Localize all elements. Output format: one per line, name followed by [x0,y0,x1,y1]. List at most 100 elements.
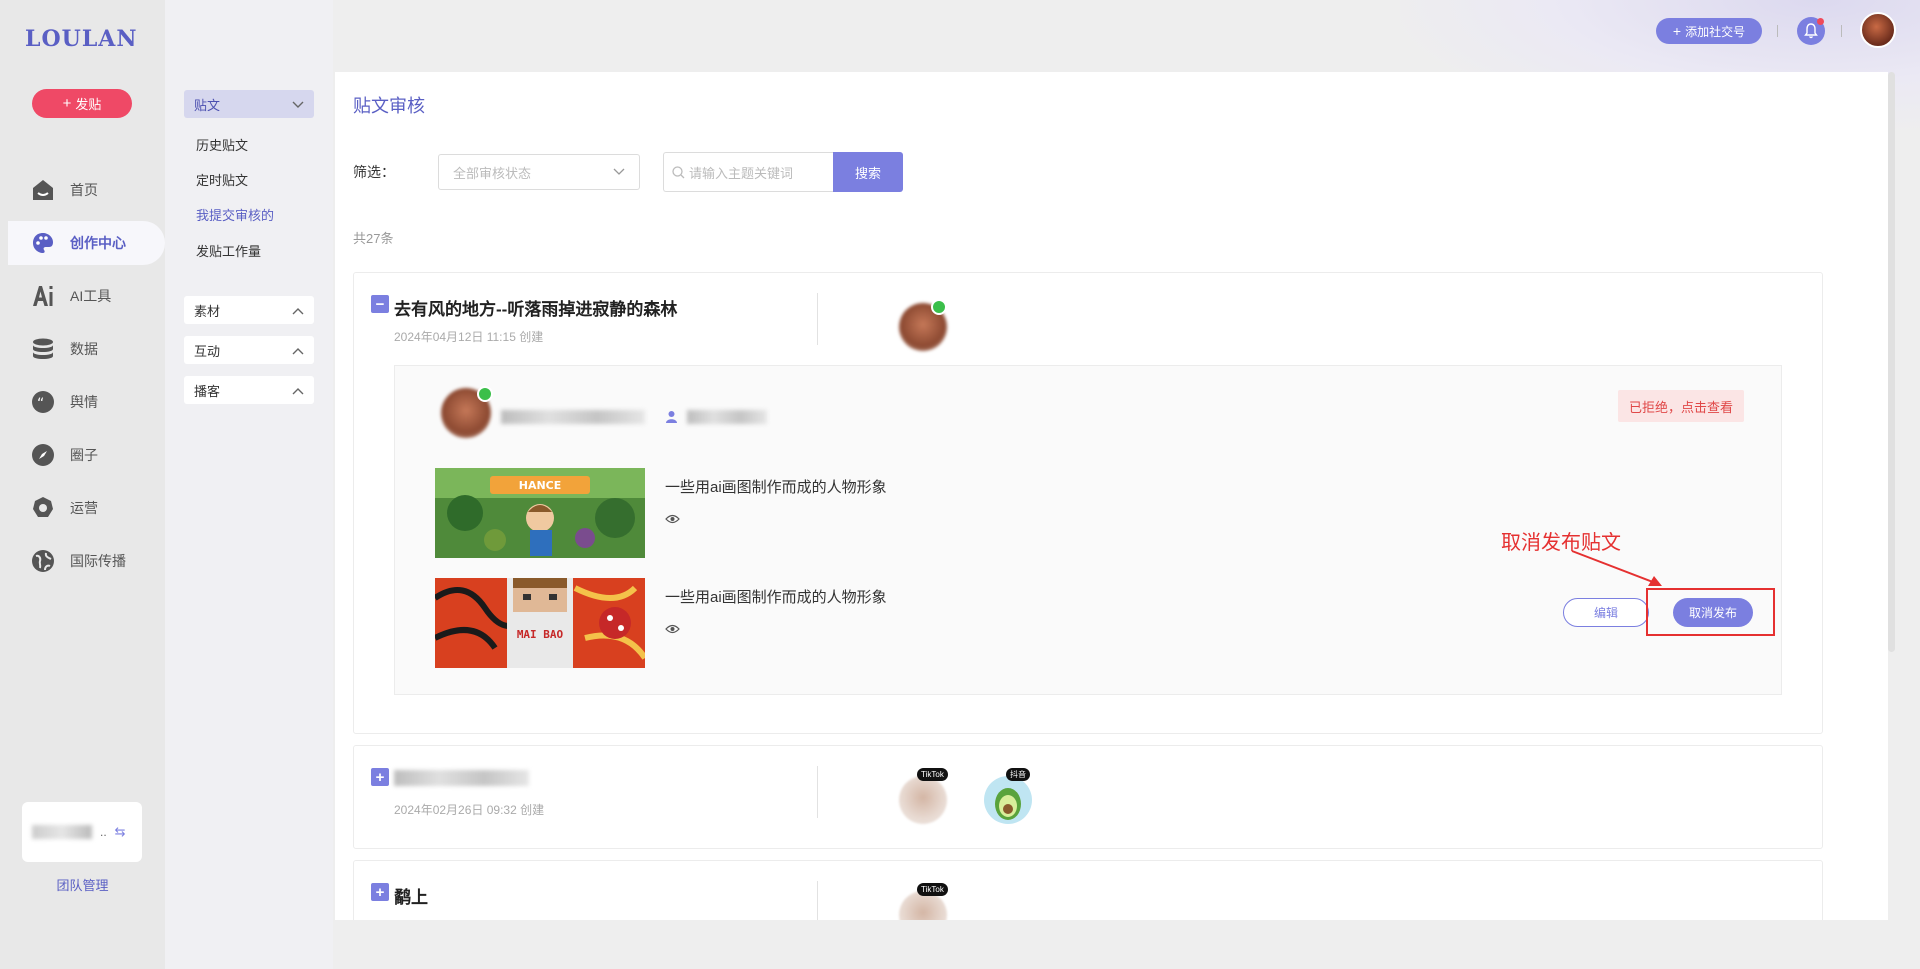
chevron-up-icon [292,383,304,398]
team-switcher[interactable]: .. ⇆ [22,802,142,862]
search-placeholder: 请输入主题关键词 [689,165,794,181]
sub-group-material[interactable]: 素材 [184,296,314,324]
sub-group-label: 素材 [194,303,221,319]
search-button[interactable]: 搜索 [833,152,903,192]
post-card: + 2024年02月26日 09:32 创建 TikTok 抖音 [353,745,1823,849]
settings-icon [30,495,56,521]
nav-label: 数据 [70,341,98,357]
sub-group-label: 贴文 [194,97,221,113]
nav-label: 圈子 [70,447,98,463]
database-icon [30,336,56,362]
chevron-up-icon [292,303,304,318]
tiktok-badge: TikTok [917,883,948,896]
plus-icon: + [62,95,72,112]
eye-icon[interactable] [665,511,680,527]
nav-item-sentiment[interactable]: “ 舆情 [0,380,165,424]
compass-icon [30,442,56,468]
post-item-text: 一些用ai画图制作而成的人物形象 [665,479,887,496]
nav-item-circles[interactable]: 圈子 [0,433,165,477]
add-social-account-button[interactable]: + 添加社交号 [1656,18,1762,44]
post-card: − 去有风的地方--听落雨掉进寂静的森林 2024年04月12日 11:15 创… [353,272,1823,734]
expand-toggle[interactable]: + [371,883,389,901]
divider [817,293,818,345]
account-name-blurred [501,410,645,424]
eye-icon[interactable] [665,621,680,637]
user-icon [665,410,678,426]
nav-item-ai-tools[interactable]: AI工具 [0,274,165,318]
home-icon [30,177,56,203]
nav-item-international[interactable]: 国际传播 [0,539,165,583]
wechat-badge-icon [477,386,493,402]
divider [817,881,818,920]
operator-name-blurred [687,410,767,424]
search-icon [672,165,685,178]
account-avatar[interactable] [984,776,1032,824]
main-sidebar: LOULAN + 发贴 首页 创作中心 AI工具 数据 “ 舆情 圈子 运营 国… [0,0,165,969]
badge-label: TikTok [921,885,944,894]
rejected-status-badge[interactable]: 已拒绝，点击查看 [1618,390,1745,422]
keyword-search-input[interactable]: 请输入主题关键词 [663,152,833,192]
add-social-label: 添加社交号 [1685,24,1746,39]
main-scrollbar[interactable] [1888,72,1895,652]
badge-label: TikTok [921,770,944,779]
sub-link-my-submissions[interactable]: 我提交审核的 [196,205,274,224]
post-item-text: 一些用ai画图制作而成的人物形象 [665,589,887,606]
douyin-badge: 抖音 [1006,768,1030,781]
sub-sidebar: 贴文 历史贴文 定时贴文 我提交审核的 发贴工作量 素材 互动 播客 [165,0,333,969]
account-avatar[interactable] [899,776,947,824]
sub-link-scheduled[interactable]: 定时贴文 [196,170,248,189]
nav-item-creation-center[interactable]: 创作中心 [8,221,165,265]
sub-link-history[interactable]: 历史贴文 [196,135,248,154]
sub-group-broadcast[interactable]: 播客 [184,376,314,404]
nav-label: AI工具 [70,288,112,304]
nav-label: 首页 [70,182,98,198]
nav-item-operations[interactable]: 运营 [0,486,165,530]
collapse-toggle[interactable]: − [371,295,389,313]
main-panel: 贴文审核 筛选： 全部审核状态 请输入主题关键词 搜索 共27条 − 去有风的地… [335,72,1888,920]
palette-icon [30,230,56,256]
post-image-thumbnail[interactable]: MAI BAO [435,578,645,668]
post-created-date: 2024年04月12日 11:15 创建 [394,330,544,344]
post-title-blurred [394,770,529,786]
nav-label: 国际传播 [70,553,126,569]
post-title: 鹬上 [394,888,428,907]
nav-label: 舆情 [70,394,98,410]
post-created-date: 2024年02月26日 09:32 创建 [394,803,545,817]
team-manage-link[interactable]: 团队管理 [0,875,165,894]
sub-group-label: 播客 [194,383,221,399]
thumbnail-caption: HANCE [519,479,562,492]
chevron-down-icon [292,97,304,112]
post-card: + 鹬上 TikTok [353,860,1823,920]
nav-label: 创作中心 [70,235,126,251]
select-placeholder: 全部审核状态 [453,165,532,181]
team-name-blurred [32,825,92,839]
tiktok-badge: TikTok [917,768,948,781]
divider [1777,25,1778,37]
new-post-button[interactable]: + 发贴 [32,89,132,118]
expand-toggle[interactable]: + [371,768,389,786]
avocado-icon [995,788,1021,820]
page-title: 贴文审核 [353,96,425,116]
user-avatar[interactable] [1860,12,1896,48]
nav-item-data[interactable]: 数据 [0,327,165,371]
thumbnail-caption: MAI BAO [517,628,564,641]
notification-bell-button[interactable] [1797,17,1825,45]
review-status-select[interactable]: 全部审核状态 [438,154,640,190]
annotation-highlight-box [1646,588,1775,636]
sub-group-posts[interactable]: 贴文 [184,90,314,118]
plus-icon: + [1672,23,1682,39]
team-name-suffix: .. [100,825,107,839]
filter-label: 筛选： [353,164,395,180]
annotation-arrow-icon [1571,550,1662,586]
bell-icon [1804,23,1818,39]
post-image-thumbnail[interactable]: HANCE [435,468,645,558]
divider [1841,25,1842,37]
chevron-down-icon [613,168,625,175]
svg-text:“: “ [37,396,44,412]
switch-icon: ⇆ [114,824,126,839]
total-count: 共27条 [353,231,394,246]
nav-item-home[interactable]: 首页 [0,168,165,212]
sub-group-interaction[interactable]: 互动 [184,336,314,364]
edit-button[interactable]: 编辑 [1563,598,1649,627]
sub-link-workload[interactable]: 发贴工作量 [196,241,261,260]
